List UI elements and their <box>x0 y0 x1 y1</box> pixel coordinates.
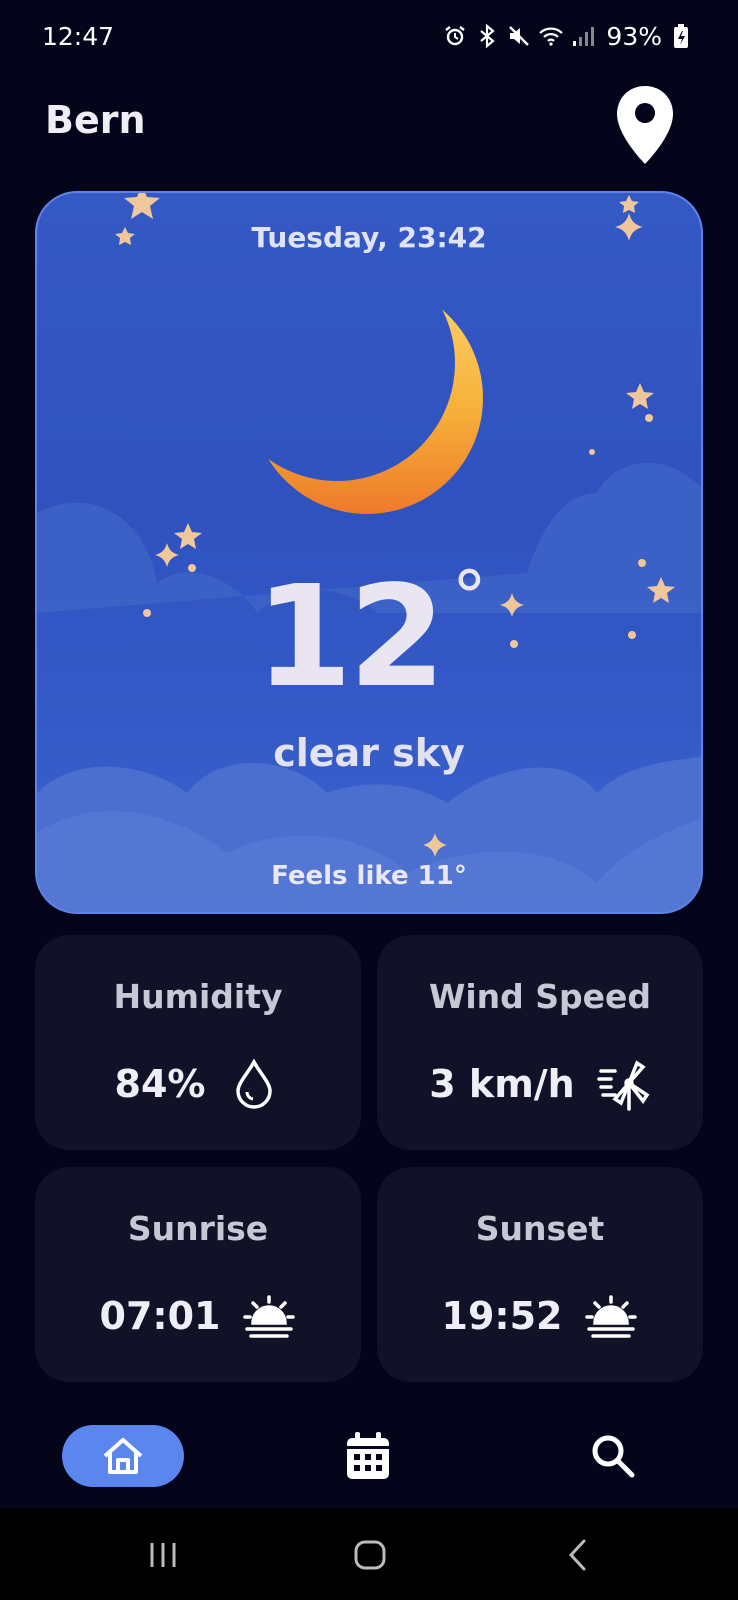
temperature-display: 12 ° <box>37 562 701 708</box>
search-icon <box>592 1435 635 1478</box>
back-button[interactable] <box>548 1530 608 1580</box>
sunrise-tile: Sunrise 07:01 <box>35 1167 361 1382</box>
battery-charging-icon <box>668 23 694 49</box>
recent-apps-icon <box>150 1543 176 1567</box>
weather-condition: clear sky <box>273 731 465 775</box>
mute-icon <box>506 23 532 49</box>
night-sky-illustration <box>37 193 701 912</box>
calendar-icon <box>347 1432 389 1479</box>
bluetooth-icon <box>474 23 500 49</box>
humidity-tile: Humidity 84% <box>35 935 361 1150</box>
degree-symbol: ° <box>451 556 487 638</box>
sunset-tile: Sunset 19:52 <box>377 1167 703 1382</box>
temperature-value: 12 <box>255 556 446 719</box>
water-drop-icon <box>227 1057 281 1111</box>
sunrise-icon <box>242 1289 296 1343</box>
city-name: Bern <box>45 98 146 142</box>
recent-apps-button[interactable] <box>133 1530 193 1580</box>
sunrise-value: 07:01 <box>99 1294 221 1338</box>
bottom-navigation <box>0 1400 738 1510</box>
system-home-icon <box>354 1540 386 1570</box>
status-bar: 12:47 93% <box>0 0 738 72</box>
location-pin-icon <box>617 86 673 164</box>
back-icon <box>568 1539 586 1571</box>
signal-icon <box>570 23 596 49</box>
sunset-value: 19:52 <box>441 1294 563 1338</box>
location-button[interactable] <box>610 82 680 168</box>
wifi-icon <box>538 23 564 49</box>
alarm-icon <box>442 23 468 49</box>
wind-turbine-icon <box>596 1057 651 1111</box>
nav-calendar-button[interactable] <box>340 1428 396 1484</box>
humidity-title: Humidity <box>113 977 283 1016</box>
status-time: 12:47 <box>42 21 115 51</box>
home-system-button[interactable] <box>340 1530 400 1580</box>
wind-speed-value: 3 km/h <box>429 1062 575 1106</box>
humidity-value: 84% <box>114 1062 206 1106</box>
battery-percentage: 93% <box>606 21 662 51</box>
home-icon <box>103 1438 143 1474</box>
date-time-label: Tuesday, 23:42 <box>251 221 487 254</box>
system-navigation-bar <box>0 1508 738 1600</box>
nav-search-button[interactable] <box>585 1428 641 1484</box>
sunset-icon <box>584 1289 638 1343</box>
sunrise-title: Sunrise <box>127 1209 269 1248</box>
weather-card: Tuesday, 23:42 12 ° clear sky Feels like … <box>35 191 703 914</box>
wind-speed-tile: Wind Speed 3 km/h <box>377 935 703 1150</box>
sunset-title: Sunset <box>475 1209 605 1248</box>
wind-speed-title: Wind Speed <box>428 977 652 1016</box>
crescent-moon <box>251 282 483 514</box>
weather-app-screen: 12:47 93% Bern Tuesday, 23:42 12 ° clear… <box>0 0 738 1600</box>
feels-like-label: Feels like 11° <box>271 861 467 891</box>
nav-home-button[interactable] <box>62 1425 184 1487</box>
status-icons: 93% <box>442 22 694 51</box>
